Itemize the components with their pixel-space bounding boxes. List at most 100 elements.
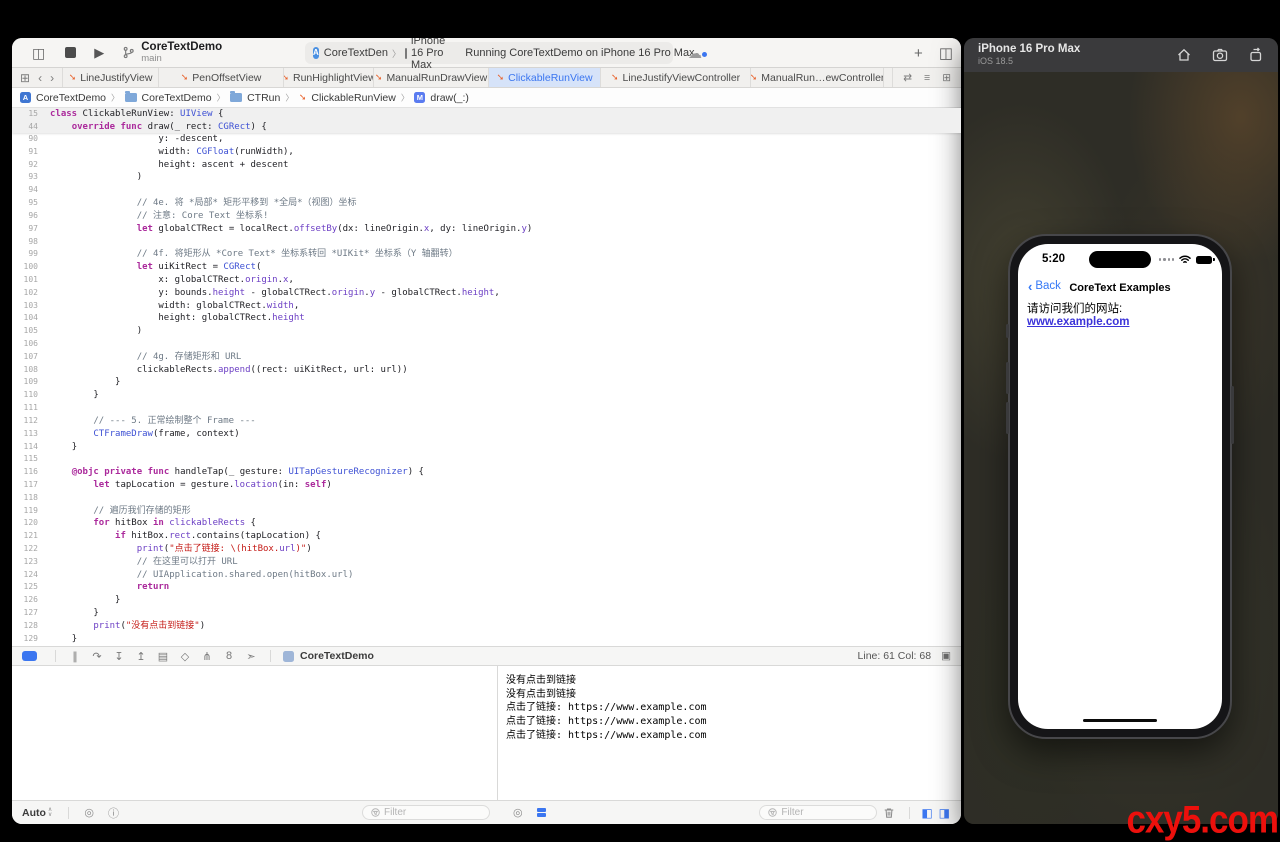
code-line[interactable]: 109 } bbox=[12, 376, 961, 389]
editor-layout-button[interactable]: ◫ bbox=[939, 44, 953, 62]
line-number[interactable]: 108 bbox=[12, 364, 38, 377]
code-line[interactable]: 98 bbox=[12, 236, 961, 249]
line-number[interactable]: 118 bbox=[12, 492, 38, 505]
code-line[interactable]: 91 width: CGFloat(runWidth), bbox=[12, 146, 961, 159]
code-line[interactable]: 123 // 在这里可以打开 URL bbox=[12, 556, 961, 569]
code-line[interactable]: 101 x: globalCTRect.origin.x, bbox=[12, 274, 961, 287]
simulate-location-icon[interactable]: ➣ bbox=[240, 650, 262, 663]
tab-ClickableRunView[interactable]: ➘ClickableRunView bbox=[489, 68, 601, 87]
screenshot-icon[interactable] bbox=[1212, 47, 1228, 63]
line-number[interactable]: 93 bbox=[12, 171, 38, 184]
line-number[interactable]: 128 bbox=[12, 620, 38, 633]
code-editor[interactable]: 90 y: -descent,91 width: CGFloat(runWidt… bbox=[12, 133, 961, 646]
console-eye-icon[interactable]: ◎ bbox=[513, 806, 523, 819]
line-number[interactable]: 94 bbox=[12, 184, 38, 197]
line-number[interactable]: 97 bbox=[12, 223, 38, 236]
code-line[interactable]: 110 } bbox=[12, 389, 961, 402]
tab-PenOffsetView[interactable]: ➘PenOffsetView bbox=[159, 68, 284, 87]
add-editor-icon[interactable]: ⊞ bbox=[942, 72, 951, 84]
line-number[interactable]: 129 bbox=[12, 633, 38, 646]
line-number[interactable]: 115 bbox=[12, 453, 38, 466]
sidebar-toggle-icon[interactable]: ◫ bbox=[26, 46, 51, 60]
step-over-icon[interactable]: ↷ bbox=[86, 650, 108, 663]
code-line[interactable]: 44 override func draw(_ rect: CGRect) { bbox=[12, 121, 961, 134]
line-number[interactable]: 122 bbox=[12, 543, 38, 556]
profile-icon[interactable]: 8 bbox=[218, 650, 240, 662]
tab-ManualRun…ewController[interactable]: ➘ManualRun…ewController bbox=[751, 68, 884, 87]
line-number[interactable]: 117 bbox=[12, 479, 38, 492]
code-line[interactable]: 15class ClickableRunView: UIView { bbox=[12, 108, 961, 121]
line-number[interactable]: 92 bbox=[12, 159, 38, 172]
line-number[interactable]: 44 bbox=[12, 121, 38, 134]
line-number[interactable]: 99 bbox=[12, 248, 38, 261]
line-number[interactable]: 121 bbox=[12, 530, 38, 543]
line-number[interactable]: 107 bbox=[12, 351, 38, 364]
related-files-icon[interactable]: ⊞ bbox=[20, 71, 30, 85]
clear-console-icon[interactable] bbox=[883, 807, 895, 819]
breadcrumb-item[interactable]: CTRun bbox=[230, 92, 280, 104]
line-number[interactable]: 100 bbox=[12, 261, 38, 274]
code-line[interactable]: 116 @objc private func handleTap(_ gestu… bbox=[12, 466, 961, 479]
console-output[interactable]: 没有点击到链接没有点击到链接点击了链接: https://www.example… bbox=[498, 666, 961, 800]
stop-button[interactable] bbox=[65, 47, 76, 58]
line-number[interactable]: 112 bbox=[12, 415, 38, 428]
line-number[interactable]: 91 bbox=[12, 146, 38, 159]
code-line[interactable]: 118 bbox=[12, 492, 961, 505]
memory-graph-icon[interactable]: ◇ bbox=[174, 650, 196, 663]
console-filter-input[interactable]: Filter bbox=[759, 805, 877, 820]
line-number[interactable]: 109 bbox=[12, 376, 38, 389]
console-pane-toggle-icon[interactable]: ◨ bbox=[939, 806, 950, 820]
variables-filter-input[interactable]: Filter bbox=[362, 805, 490, 820]
code-line[interactable]: 124 // UIApplication.shared.open(hitBox.… bbox=[12, 569, 961, 582]
code-line[interactable]: 122 print("点击了链接: \(hitBox.url)") bbox=[12, 543, 961, 556]
code-line[interactable]: 90 y: -descent, bbox=[12, 133, 961, 146]
line-number[interactable]: 116 bbox=[12, 466, 38, 479]
line-number[interactable]: 15 bbox=[12, 108, 38, 121]
line-number[interactable]: 106 bbox=[12, 338, 38, 351]
line-number[interactable]: 126 bbox=[12, 594, 38, 607]
code-line[interactable]: 121 if hitBox.rect.contains(tapLocation)… bbox=[12, 530, 961, 543]
add-tab-button[interactable]: + bbox=[914, 45, 923, 62]
code-line[interactable]: 95 // 4e. 将 *局部* 矩形平移到 *全局*（视图）坐标 bbox=[12, 197, 961, 210]
code-line[interactable]: 113 CTFrameDraw(frame, context) bbox=[12, 428, 961, 441]
code-line[interactable]: 120 for hitBox in clickableRects { bbox=[12, 517, 961, 530]
line-number[interactable]: 90 bbox=[12, 133, 38, 146]
minimap-icon[interactable]: ≡ bbox=[924, 72, 930, 84]
scheme-selector[interactable]: CoreTextDen bbox=[324, 47, 388, 59]
code-line[interactable]: 96 // 注意: Core Text 坐标系! bbox=[12, 210, 961, 223]
line-number[interactable]: 105 bbox=[12, 325, 38, 338]
code-line[interactable]: 126 } bbox=[12, 594, 961, 607]
code-line[interactable]: 99 // 4f. 将矩形从 *Core Text* 坐标系转回 *UIKit*… bbox=[12, 248, 961, 261]
breadcrumb-item[interactable]: CoreTextDemo bbox=[125, 92, 212, 104]
breadcrumb-item[interactable]: Mdraw(_:) bbox=[414, 92, 469, 104]
code-line[interactable]: 129 } bbox=[12, 633, 961, 646]
line-number[interactable]: 101 bbox=[12, 274, 38, 287]
line-number[interactable]: 111 bbox=[12, 402, 38, 415]
line-number[interactable]: 102 bbox=[12, 287, 38, 300]
pause-icon[interactable]: ∥ bbox=[64, 650, 86, 663]
code-line[interactable]: 106 bbox=[12, 338, 961, 351]
code-line[interactable]: 103 width: globalCTRect.width, bbox=[12, 300, 961, 313]
line-number[interactable]: 113 bbox=[12, 428, 38, 441]
code-line[interactable]: 127 } bbox=[12, 607, 961, 620]
tab-LineJustifyViewController[interactable]: ➘LineJustifyViewController bbox=[601, 68, 751, 87]
line-number[interactable]: 124 bbox=[12, 569, 38, 582]
scope-stepper-icon[interactable]: ∧∨ bbox=[48, 808, 52, 817]
code-line[interactable]: 115 bbox=[12, 453, 961, 466]
line-number[interactable]: 119 bbox=[12, 505, 38, 518]
tab-RunHighlightView[interactable]: ➘RunHighlightView bbox=[284, 68, 374, 87]
tab-ManualRunDrawView[interactable]: ➘ManualRunDrawView bbox=[374, 68, 489, 87]
code-line[interactable]: 108 clickableRects.append((rect: uiKitRe… bbox=[12, 364, 961, 377]
tab-LineJustifyView[interactable]: ➘LineJustifyView bbox=[63, 68, 159, 87]
code-line[interactable]: 97 let globalCTRect = localRect.offsetBy… bbox=[12, 223, 961, 236]
debug-target-label[interactable]: CoreTextDemo bbox=[300, 650, 374, 662]
code-line[interactable]: 128 print("没有点击到链接") bbox=[12, 620, 961, 633]
line-number[interactable]: 123 bbox=[12, 556, 38, 569]
step-into-icon[interactable]: ↧ bbox=[108, 650, 130, 663]
forward-chevron-icon[interactable]: › bbox=[50, 71, 54, 85]
code-line[interactable]: 93 ) bbox=[12, 171, 961, 184]
view-debugger-icon[interactable]: ▤ bbox=[152, 650, 174, 663]
console-toggle-icon[interactable]: ▣ bbox=[941, 650, 951, 662]
line-number[interactable]: 96 bbox=[12, 210, 38, 223]
line-number[interactable]: 103 bbox=[12, 300, 38, 313]
